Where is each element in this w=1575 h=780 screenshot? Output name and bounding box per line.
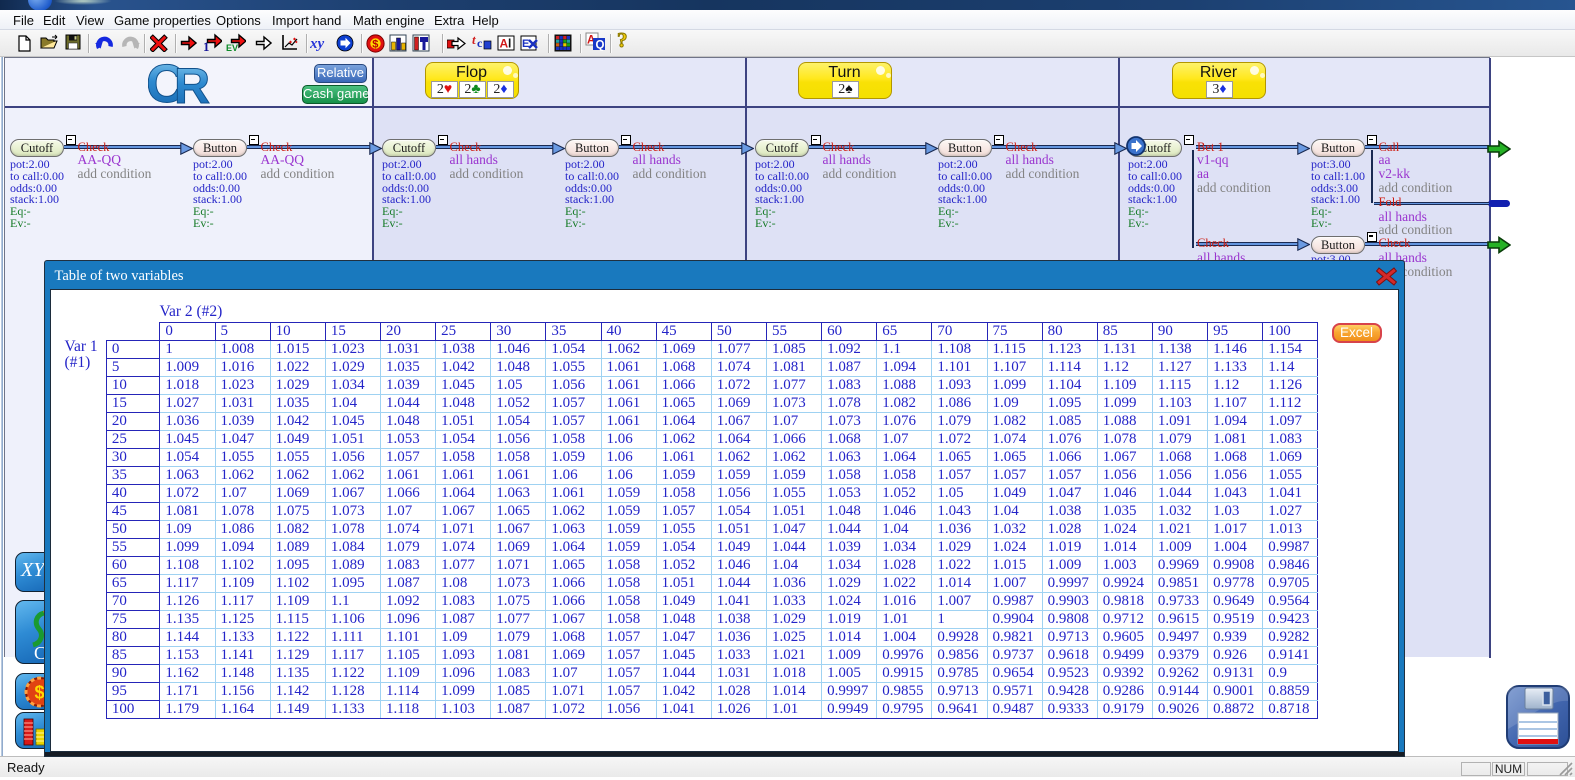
svg-text:?: ? — [617, 31, 628, 51]
svg-text:l: l — [508, 37, 511, 51]
svg-text:EV: EV — [226, 43, 238, 52]
svg-text:xy: xy — [310, 36, 325, 52]
svg-text:R: R — [174, 58, 210, 106]
svg-text:$: $ — [372, 38, 378, 50]
svg-text:E: E — [522, 38, 529, 50]
svg-text:t: t — [472, 33, 476, 47]
svg-text:c: c — [477, 36, 483, 50]
svg-text:Q: Q — [596, 40, 605, 52]
